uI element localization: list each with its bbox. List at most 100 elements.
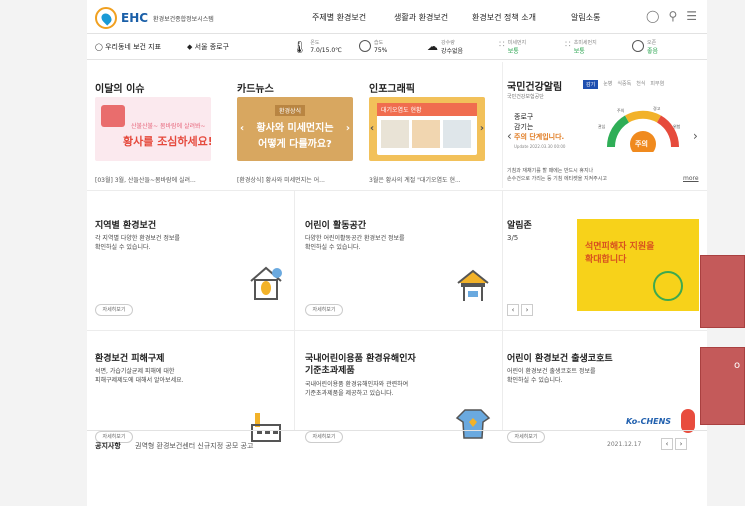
kids-products-title2: 기준초과제품: [305, 366, 355, 376]
relief-title: 환경보건 피해구제: [95, 354, 165, 364]
alarm-banner-line2: 확대합니다: [585, 255, 627, 265]
health-next-arrow[interactable]: ›: [693, 129, 698, 143]
region-select[interactable]: ◆ 서울 종로구: [187, 42, 229, 52]
ozone-icon: [632, 40, 644, 52]
kids-products-desc2: 기준초과제품을 제공하고 있습니다.: [305, 390, 394, 397]
tab-eye[interactable]: 눈병: [603, 80, 612, 89]
cardnews-thumbnail[interactable]: 환경상식 황사와 미세먼지는 어떻게 다를까요? ‹ ›: [237, 97, 353, 161]
site-logo[interactable]: EHC 환경보건종합정보시스템: [95, 7, 214, 29]
health-alert-panel: 국민건강알림 국민건강보험공단 감기 눈병 식중독 천식 피부염 ‹ 종로구 감…: [502, 62, 707, 188]
logo-text: EHC: [121, 11, 149, 25]
tab-food-poisoning[interactable]: 식중독: [617, 80, 631, 89]
disease-tabs: 감기 눈병 식중독 천식 피부염: [583, 80, 664, 89]
nav-topic-health[interactable]: 주제별 환경보건: [312, 12, 366, 23]
alarm-next-button[interactable]: ›: [521, 304, 533, 316]
alarm-banner-line1: 석면피해자 지원을: [585, 242, 655, 252]
user-icon[interactable]: ◯: [646, 9, 659, 23]
search-icon[interactable]: ⚲: [668, 9, 677, 23]
ultra-fine-dust: ∷ 초미세먼지 보통: [565, 40, 597, 55]
card-kids-space: 어린이 활동공간 다양한 어린이활동공간 환경보건 정보를 확인하실 수 있습니…: [294, 190, 502, 330]
notice-prev-button[interactable]: ‹: [661, 438, 673, 450]
notice-label: 공지사항: [95, 442, 121, 450]
notice-bar: 공지사항 권역형 환경보건센터 신규지정 공모 공고 2021.12.17 ‹ …: [87, 430, 707, 458]
house-leaf-icon: [250, 266, 282, 300]
alarm-prev-button[interactable]: ‹: [507, 304, 519, 316]
chart-thumb-3: [443, 120, 471, 148]
cardnews-prev-arrow[interactable]: ‹: [240, 123, 244, 134]
health-alert-title: 국민건강알림: [507, 82, 563, 93]
notice-next-button[interactable]: ›: [675, 438, 687, 450]
nav-notice[interactable]: 알림소통: [571, 12, 600, 23]
infographic-thumbnail[interactable]: 대기오염도 현황 ‹ ›: [369, 97, 485, 161]
cohort-desc1: 어린이 환경보건 출생코호트 정보를: [507, 368, 596, 375]
cardnews-headline1: 황사와 미세먼지는: [256, 123, 334, 134]
region-name: 서울 종로구: [194, 43, 230, 51]
health-region: 종로구: [514, 113, 534, 121]
ozone-value: 좋음: [647, 48, 659, 55]
regional-title: 지역별 환경보건: [95, 221, 157, 231]
overlay-box-1: [700, 255, 745, 328]
temp-value: 7.0/15.0℃: [310, 47, 342, 54]
tab-dermatitis[interactable]: 피부염: [650, 80, 664, 89]
notice-date: 2021.12.17: [607, 441, 642, 448]
kochens-logo: Ko-CHENS: [626, 417, 672, 426]
regional-more-button[interactable]: 자세히보기: [95, 304, 133, 316]
issue-title: 이달의 이슈: [95, 84, 145, 95]
issue-caption[interactable]: [03월] 3월, 산들산들~봄바람에 실려...: [95, 175, 196, 184]
gauge-center-label: 주의: [635, 140, 648, 148]
health-alert-sub: 국민건강보험공단: [507, 94, 544, 100]
nav-policy[interactable]: 환경보건 정책 소개: [472, 12, 536, 23]
humidity-icon: [359, 40, 371, 52]
local-health-indicator-bar: ◯ 우리동네 보건 지표 ◆ 서울 종로구 🌡 온도 7.0/15.0℃ 습도 …: [87, 34, 707, 60]
alarm-title: 알림존: [507, 221, 532, 231]
cardnews-caption[interactable]: [환경상식] 황사와 미세먼지는 어...: [237, 175, 325, 184]
gauge-label-warning: 경고: [653, 106, 661, 111]
rain-value: 강수없음: [441, 48, 464, 55]
issue-thumb-line2: 황사를 조심하세요!: [123, 135, 211, 148]
card-alarm-zone: 알림존 3/5 석면피해자 지원을 확대합니다 ‹ ›: [502, 190, 707, 330]
precipitation: ☁ 강수량 강수없음: [427, 40, 463, 55]
regional-desc2: 확인하실 수 있습니다.: [95, 244, 151, 251]
fine-dust: ∷ 미세먼지 보통: [499, 40, 526, 55]
kids-space-more-button[interactable]: 자세히보기: [305, 304, 343, 316]
health-tip-line1: 기침과 재채기를 할 때에는 반드시 휴지나: [507, 168, 594, 174]
gauge-label-interest: 관심: [598, 124, 606, 129]
kids-space-desc2: 확인하실 수 있습니다.: [305, 244, 361, 251]
relief-desc1: 석면, 가습기살균제 피해에 대한: [95, 368, 175, 375]
alarm-banner[interactable]: 석면피해자 지원을 확대합니다: [577, 219, 699, 311]
calendar-icon: [101, 105, 125, 127]
infographic-title: 인포그래픽: [369, 84, 415, 95]
medical-plus-icon: [653, 271, 683, 301]
ehc-logo-icon: [95, 7, 117, 29]
dust-icon: ∷: [499, 40, 505, 50]
location-indicator: ◯ 우리동네 보건 지표: [95, 42, 161, 52]
health-prev-arrow[interactable]: ‹: [507, 129, 512, 143]
top-utility-icons: ◯ ⚲ ☰: [646, 9, 697, 23]
cohort-desc2: 확인하실 수 있습니다.: [507, 377, 563, 384]
tab-asthma[interactable]: 천식: [636, 80, 645, 89]
health-more-link[interactable]: more: [683, 175, 699, 182]
location-label: 우리동네 보건 지표: [105, 43, 162, 51]
kids-products-desc1: 국내어린이용품 환경유해인자와 관련하여: [305, 381, 409, 388]
issue-thumbnail[interactable]: 산불산불~ 몸바람에 살려봐~ 황사를 조심하세요!: [95, 97, 211, 161]
nav-life-health[interactable]: 생활과 환경보건: [394, 12, 448, 23]
menu-icon[interactable]: ☰: [686, 9, 697, 23]
temperature: 🌡 온도 7.0/15.0℃: [292, 40, 342, 54]
ultra-dust-icon: ∷: [565, 40, 571, 50]
cardnews-next-arrow[interactable]: ›: [346, 123, 350, 134]
playground-icon: [457, 269, 489, 301]
notice-text[interactable]: 권역형 환경보건센터 신규지정 공모 공고: [135, 441, 253, 451]
page: EHC 환경보건종합정보시스템 주제별 환경보건 생활과 환경보건 환경보건 정…: [87, 0, 707, 506]
chart-thumb-2: [412, 120, 440, 148]
infographic-next-arrow[interactable]: ›: [480, 123, 484, 134]
thermometer-icon: 🌡: [292, 40, 308, 54]
tab-cold[interactable]: 감기: [583, 80, 599, 89]
card-kids-products: 국내어린이용품 환경유해인자 기준초과제품 국내어린이용품 환경유해인자와 관련…: [294, 330, 502, 443]
ozone: 오존 좋음: [632, 40, 658, 55]
regional-desc1: 각 지역별 다양한 환경보건 정보를: [95, 235, 180, 242]
alarm-counter: 3/5: [507, 234, 519, 242]
infographic-caption[interactable]: 3월은 황사의 계절 "대기오염도 현...: [369, 175, 461, 184]
humidity-value: 75%: [374, 47, 388, 54]
infographic-banner: 대기오염도 현황: [377, 103, 477, 116]
infographic-prev-arrow[interactable]: ‹: [370, 123, 374, 134]
